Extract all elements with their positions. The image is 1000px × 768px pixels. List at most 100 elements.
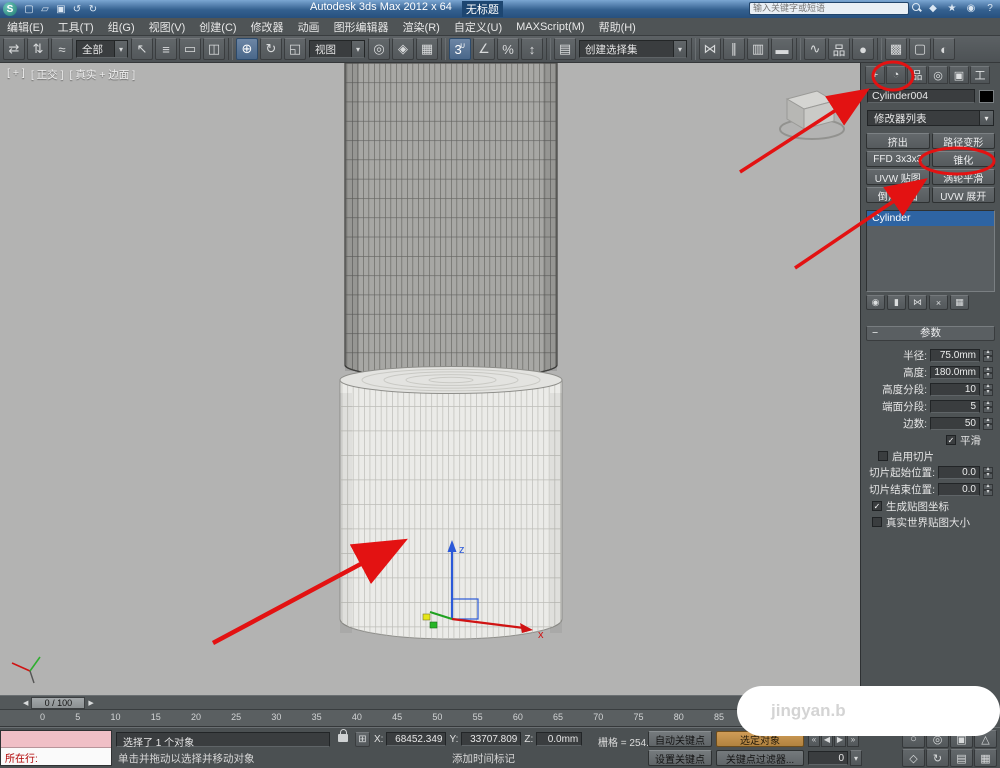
selection-lock-icon[interactable] — [338, 729, 348, 742]
next-frame-icon[interactable]: ▶ — [85, 699, 96, 707]
x-coordinate-field[interactable]: 68452.349 — [386, 732, 447, 746]
enable-slice-checkbox[interactable] — [878, 451, 888, 461]
slice-to-spinner[interactable]: ▴ ▾ — [983, 483, 993, 496]
tab-motion-icon[interactable]: ◎ — [928, 66, 948, 84]
perspective-viewport[interactable]: [ + ] [ 正交 ] [ 真实 + 边面 ] z x — [0, 63, 860, 695]
new-scene-icon[interactable]: ▢ — [21, 2, 37, 16]
chevron-down-icon[interactable]: ▾ — [114, 41, 127, 57]
add-time-tag[interactable]: 添加时间标记 — [452, 751, 515, 766]
menu-item[interactable]: 渲染(R) — [396, 18, 447, 35]
key-mode-toggle-icon[interactable]: ▾ — [850, 750, 862, 766]
favorites-star-icon[interactable]: ★ — [944, 1, 960, 15]
tab-hierarchy-icon[interactable]: 品 — [907, 66, 927, 84]
keyboard-shortcut-override-icon[interactable]: ▦ — [416, 38, 438, 60]
open-file-icon[interactable]: ▱ — [37, 2, 53, 16]
auto-key-button[interactable]: 自动关键点 — [648, 731, 712, 747]
help-search-input[interactable] — [749, 1, 909, 15]
viewport-menu-shading[interactable]: [ 真实 + 边面 ] — [69, 67, 135, 82]
chevron-down-icon[interactable]: ▾ — [979, 111, 993, 125]
percent-snap-toggle-icon[interactable]: % — [497, 38, 519, 60]
real-world-map-size-checkbox[interactable] — [872, 517, 882, 527]
menu-item[interactable]: 动画 — [291, 18, 327, 35]
gizmo-y-handle[interactable] — [429, 621, 438, 629]
z-coordinate-field[interactable]: 0.0mm — [536, 732, 583, 746]
pan-view-icon[interactable]: ◇ — [902, 749, 925, 767]
modifier-set-button[interactable]: 锥化 — [931, 151, 995, 167]
search-icon[interactable] — [912, 3, 922, 13]
named-selection-set-dropdown[interactable]: 创建选择集 ▾ — [579, 40, 687, 58]
sides-spinner[interactable]: ▴ ▾ — [983, 417, 993, 430]
height-spinner[interactable]: ▴ ▾ — [983, 366, 993, 379]
select-object-icon[interactable]: ↖ — [131, 38, 153, 60]
timeline-ruler[interactable]: 0510152025303540455055606570758085909510… — [0, 710, 860, 727]
modifier-set-button[interactable]: UVW 贴图 — [866, 169, 930, 185]
use-pivot-point-center-icon[interactable]: ◎ — [368, 38, 390, 60]
macro-recorder-row[interactable] — [1, 731, 111, 748]
render-setup-icon[interactable]: ▩ — [885, 38, 907, 60]
remove-modifier-icon[interactable]: × — [929, 295, 948, 310]
menu-item[interactable]: 帮助(H) — [592, 18, 643, 35]
schematic-view-icon[interactable]: 品 — [828, 38, 850, 60]
height-segments-field[interactable]: 10 — [930, 383, 980, 396]
slice-from-field[interactable]: 0.0 — [938, 466, 980, 479]
layer-manager-icon[interactable]: ▥ — [747, 38, 769, 60]
select-by-name-icon[interactable]: ≡ — [155, 38, 177, 60]
redo-icon[interactable]: ↻ — [85, 2, 101, 16]
chevron-down-icon[interactable]: ▾ — [351, 41, 364, 57]
current-frame-field[interactable]: 0 — [808, 751, 848, 765]
communication-center-icon[interactable]: ◆ — [925, 1, 941, 15]
object-name-field[interactable]: Cylinder004 — [867, 89, 975, 103]
slice-to-field[interactable]: 0.0 — [938, 483, 980, 496]
viewport-canvas[interactable]: z x — [0, 63, 860, 695]
orbit-icon[interactable]: ↻ — [926, 749, 949, 767]
select-and-manipulate-icon[interactable]: ◈ — [392, 38, 414, 60]
tab-utilities-icon[interactable]: 工 — [970, 66, 990, 84]
modifier-set-button[interactable]: 挤出 — [866, 133, 930, 149]
tab-display-icon[interactable]: ▣ — [949, 66, 969, 84]
key-filters-button[interactable]: 关键点过滤器... — [716, 750, 804, 766]
select-and-link-icon[interactable]: ⇄ — [3, 38, 25, 60]
object-color-swatch[interactable] — [979, 89, 994, 103]
absolute-mode-toggle-icon[interactable]: ⊞ — [355, 732, 370, 747]
chevron-down-icon[interactable]: ▾ — [673, 41, 686, 57]
tab-create-icon[interactable]: + — [865, 66, 885, 84]
menu-item[interactable]: 图形编辑器 — [327, 18, 396, 35]
maximize-viewport-toggle-icon[interactable]: ▦ — [974, 749, 997, 767]
modifier-set-button[interactable]: FFD 3x3x3 — [866, 151, 930, 167]
cylinder-upper-object[interactable] — [344, 63, 558, 379]
modifier-set-button[interactable]: 涡轮平滑 — [931, 169, 995, 185]
zoom-region-icon[interactable]: ▤ — [950, 749, 973, 767]
menu-item[interactable]: 创建(C) — [192, 18, 243, 35]
select-and-rotate-icon[interactable]: ↻ — [260, 38, 282, 60]
spinner-snap-toggle-icon[interactable]: ↕ — [521, 38, 543, 60]
select-and-move-icon[interactable]: ⊕ — [236, 38, 258, 60]
unlink-selection-icon[interactable]: ⇅ — [27, 38, 49, 60]
configure-modifier-sets-icon[interactable]: ▦ — [950, 295, 969, 310]
parameters-rollout-header[interactable]: − 参数 — [866, 326, 995, 341]
menu-item[interactable]: 修改器 — [244, 18, 291, 35]
cap-segments-spinner[interactable]: ▴ ▾ — [983, 400, 993, 413]
show-end-result-icon[interactable]: ▮ — [887, 295, 906, 310]
modifier-set-button[interactable]: 倒角剖面 — [866, 187, 930, 203]
maxscript-mini-listener[interactable]: 所在行: — [0, 730, 112, 766]
undo-icon[interactable]: ↺ — [69, 2, 85, 16]
set-key-button[interactable]: 设置关键点 — [648, 750, 712, 766]
menu-item[interactable]: 组(G) — [101, 18, 142, 35]
menu-item[interactable]: 自定义(U) — [447, 18, 509, 35]
snaps-toggle-3d-icon[interactable]: 3 ∪ — [449, 38, 471, 60]
time-slider[interactable]: ◀ 0 / 100 ▶ — [20, 697, 97, 709]
y-coordinate-field[interactable]: 33707.809 — [461, 732, 522, 746]
sides-field[interactable]: 50 — [930, 417, 980, 430]
stack-item-cylinder[interactable]: Cylinder — [867, 211, 994, 226]
selection-filter-dropdown[interactable]: 全部 ▾ — [76, 40, 128, 58]
slice-from-spinner[interactable]: ▴ ▾ — [983, 466, 993, 479]
mirror-icon[interactable]: ⋈ — [699, 38, 721, 60]
menu-item[interactable]: MAXScript(M) — [509, 18, 591, 35]
height-field[interactable]: 180.0mm — [930, 366, 980, 379]
material-editor-icon[interactable]: ● — [852, 38, 874, 60]
smooth-checkbox[interactable]: ✓ — [946, 435, 956, 445]
reference-coordinate-dropdown[interactable]: 视图 ▾ — [309, 40, 365, 58]
rendered-frame-window-icon[interactable]: ▢ — [909, 38, 931, 60]
align-icon[interactable]: ∥ — [723, 38, 745, 60]
modifier-set-button[interactable]: 路径变形 — [931, 133, 995, 149]
